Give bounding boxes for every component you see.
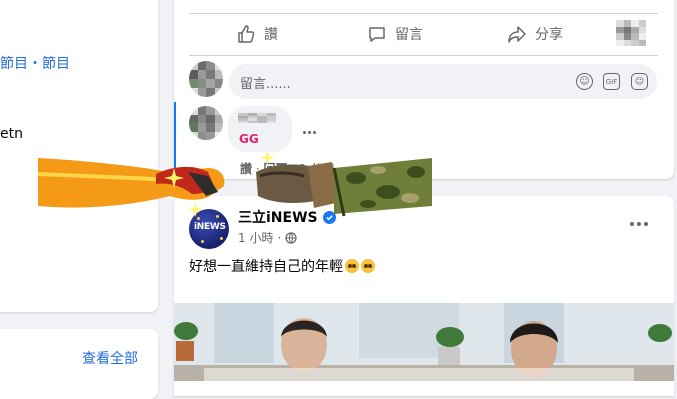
- post-text: 好想一直維持自己的年輕: [189, 256, 375, 276]
- reaction-selector-avatar[interactable]: [616, 20, 646, 46]
- like-icon: [238, 25, 255, 43]
- share-label: 分享: [535, 27, 563, 43]
- current-user-avatar[interactable]: [189, 61, 223, 97]
- post-image-scene: [174, 303, 674, 381]
- share-icon: [508, 26, 526, 43]
- action-bar-divider-top: [189, 13, 658, 14]
- post-more-button[interactable]: [630, 222, 648, 226]
- sticker-icon[interactable]: ☺: [631, 73, 648, 90]
- commenter-avatar[interactable]: [189, 106, 223, 140]
- comment-icon: [369, 27, 385, 42]
- post-meta: 1 小時 ·: [238, 229, 297, 246]
- comment-bubble: GG: [228, 106, 292, 152]
- post-text-content: 好想一直維持自己的年輕: [189, 259, 343, 275]
- comment-input[interactable]: 留言...... ☺ GIF ☺: [229, 64, 657, 99]
- post-time[interactable]: 1 小時: [238, 229, 273, 246]
- action-bar-divider-bottom: [189, 55, 658, 56]
- see-all-link[interactable]: 查看全部: [82, 348, 138, 368]
- post-image[interactable]: [174, 303, 674, 381]
- program-link[interactable]: 節目・節目: [0, 53, 70, 73]
- like-button[interactable]: 讚: [236, 24, 278, 44]
- comment-more-button[interactable]: [303, 131, 316, 134]
- comment-button[interactable]: 留言: [367, 24, 423, 44]
- gif-icon[interactable]: GIF: [603, 73, 620, 90]
- like-label: 讚: [264, 27, 278, 43]
- sticker-overlay-arm: [38, 150, 432, 217]
- comment-label: 留言: [395, 27, 423, 43]
- comment-input-placeholder: 留言......: [240, 77, 291, 92]
- globe-icon: [285, 231, 297, 244]
- meta-separator: ·: [277, 230, 282, 245]
- comment-text: GG: [239, 132, 259, 146]
- share-button[interactable]: 分享: [507, 24, 563, 44]
- pleading-face-emoji: [361, 259, 375, 273]
- page-avatar-logo: iNEWS: [194, 222, 226, 232]
- emoji-icon[interactable]: ☺: [576, 73, 593, 90]
- pleading-face-emoji: [345, 259, 359, 273]
- commenter-name-redacted[interactable]: [238, 113, 276, 123]
- sidebar-text-fragment: etn: [0, 126, 23, 142]
